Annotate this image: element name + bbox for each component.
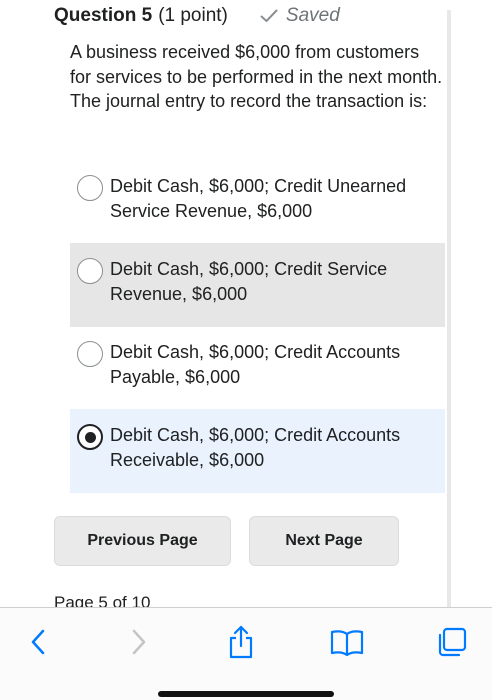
answer-option-label: Debit Cash, $6,000; Credit Accounts Rece… [110,425,401,470]
tabs-icon[interactable] [432,622,472,662]
home-indicator [158,691,334,697]
quiz-content: Question 5 (1 point) Saved A business re… [0,0,492,607]
answer-option-3[interactable]: Debit Cash, $6,000; Credit Accounts Paya… [70,326,445,410]
question-header: Question 5 (1 point) Saved [54,2,340,30]
question-title: Question 5 [54,5,153,26]
answer-option-label: Debit Cash, $6,000; Credit Unearned Serv… [110,176,407,221]
bookmarks-icon[interactable] [327,622,367,662]
answer-option-label: Debit Cash, $6,000; Credit Service Reven… [110,259,388,304]
content-divider [447,10,451,607]
question-text: A business received $6,000 from customer… [70,42,443,111]
forward-icon [119,622,159,662]
next-page-button[interactable]: Next Page [249,516,399,566]
answer-option-label: Debit Cash, $6,000; Credit Accounts Paya… [110,342,401,387]
saved-status: Saved [260,5,340,27]
checkmark-icon [260,9,278,22]
radio-button-selected[interactable] [77,424,103,450]
radio-dot [84,431,96,443]
question-points: (1 point) [158,5,228,26]
page-indicator: Page 5 of 10 [54,593,151,607]
browser-toolbar [0,607,492,700]
answer-option-2[interactable]: Debit Cash, $6,000; Credit Service Reven… [70,243,445,327]
radio-button[interactable] [77,341,103,367]
back-icon[interactable] [18,622,58,662]
answer-option-4[interactable]: Debit Cash, $6,000; Credit Accounts Rece… [70,409,445,493]
share-icon[interactable] [221,622,261,662]
radio-button[interactable] [77,258,103,284]
previous-page-button[interactable]: Previous Page [54,516,231,566]
radio-button[interactable] [77,175,103,201]
saved-label: Saved [285,5,340,26]
answer-option-1[interactable]: Debit Cash, $6,000; Credit Unearned Serv… [70,160,445,244]
